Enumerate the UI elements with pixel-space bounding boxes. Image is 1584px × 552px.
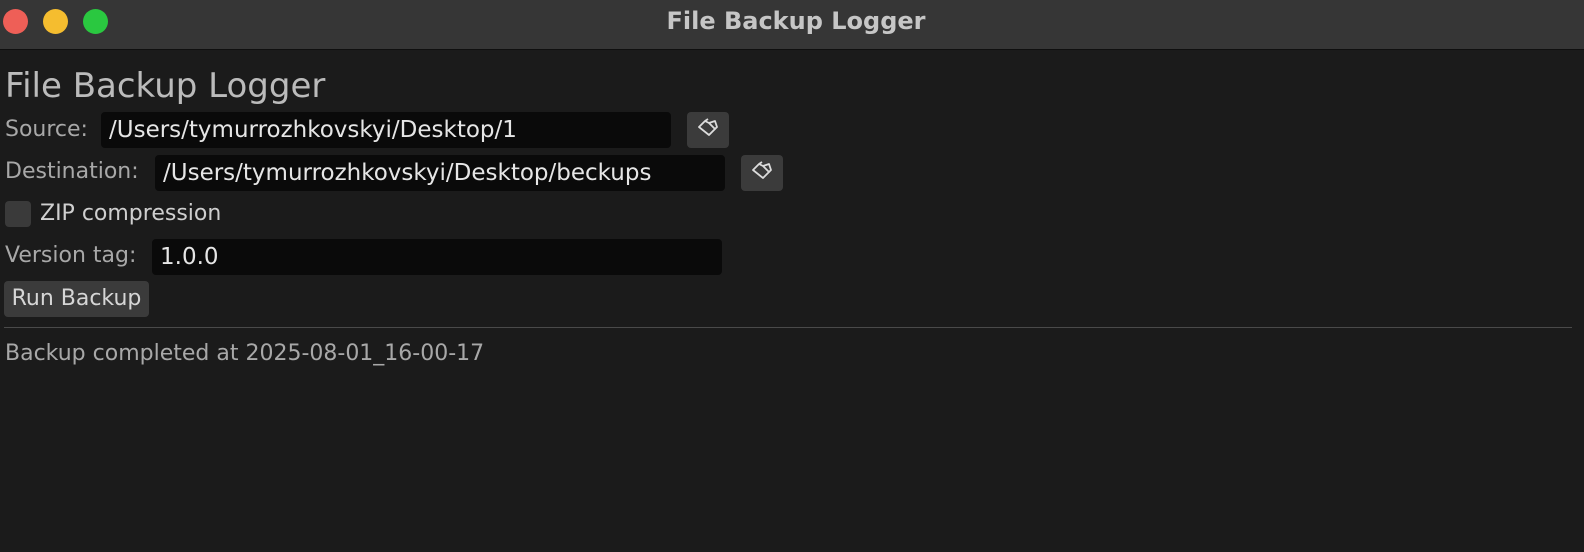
folder-icon [751,161,773,185]
zip-compression-checkbox[interactable] [5,201,31,227]
version-tag-label: Version tag: [5,243,137,268]
version-tag-input[interactable]: 1.0.0 [152,239,722,275]
divider [4,327,1572,328]
destination-label: Destination: [5,159,139,184]
title-bar: File Backup Logger [0,0,1584,50]
source-label: Source: [5,117,88,142]
source-path-input[interactable]: /Users/tymurrozhkovskyi/Desktop/1 [101,112,671,148]
run-backup-button[interactable]: Run Backup [4,281,149,317]
app-heading: File Backup Logger [5,66,326,106]
destination-browse-button[interactable] [741,155,783,191]
window-title: File Backup Logger [666,7,926,35]
folder-icon [697,118,719,142]
main-content: File Backup Logger Source: /Users/tymurr… [0,50,1584,552]
zip-compression-label[interactable]: ZIP compression [40,201,221,226]
status-message: Backup completed at 2025-08-01_16-00-17 [5,341,485,366]
app-window: File Backup Logger File Backup Logger So… [0,0,1584,552]
source-browse-button[interactable] [687,112,729,148]
destination-path-input[interactable]: /Users/tymurrozhkovskyi/Desktop/beckups [155,155,725,191]
